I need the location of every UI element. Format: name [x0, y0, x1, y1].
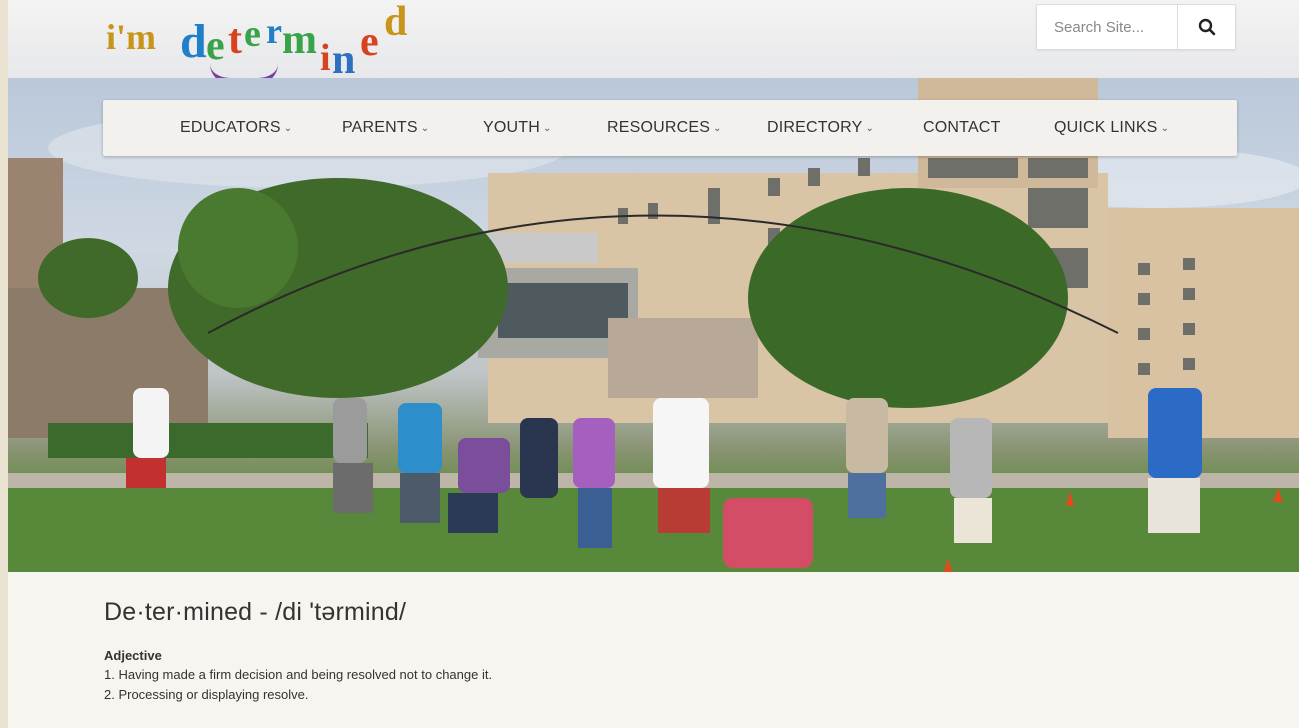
nav-item-directory[interactable]: DIRECTORY ⌄ [767, 100, 874, 156]
site-logo[interactable]: i'm d e t e r m i n e d [106, 0, 466, 84]
logo-letter-e: e [206, 23, 225, 69]
chevron-down-icon: ⌄ [865, 123, 875, 134]
chevron-down-icon: ⌄ [543, 123, 552, 134]
chevron-down-icon: ⌄ [420, 123, 430, 134]
chevron-down-icon: ⌄ [283, 123, 293, 134]
nav-item-contact[interactable]: CONTACT [923, 100, 1001, 156]
logo-letter-m: m [282, 17, 317, 63]
definition-item: 2. Processing or displaying resolve. [104, 687, 309, 702]
page-title: De·ter·mined - /di 'tərmind/ [104, 598, 407, 626]
nav-item-educators[interactable]: EDUCATORS ⌄ [180, 100, 292, 156]
chevron-down-icon: ⌄ [1160, 123, 1170, 134]
nav-item-youth[interactable]: YOUTH ⌄ [483, 100, 552, 156]
logo-letter-t: t [228, 17, 242, 63]
main-nav: EDUCATORS ⌄ PARENTS ⌄ YOUTH ⌄ RESOURCES ⌄ DI… [103, 100, 1237, 156]
logo-letter-i: i [320, 37, 331, 79]
logo-letter-n: n [332, 37, 356, 83]
logo-letter-d2: d [384, 0, 408, 45]
nav-item-parents[interactable]: PARENTS ⌄ [342, 100, 429, 156]
definition-section: De·ter·mined - /di 'tərmind/ Adjective 1… [104, 598, 1204, 703]
nav-item-quick-links[interactable]: QUICK LINKS ⌄ [1054, 100, 1169, 156]
page-frame: i'm d e t e r m i n e d Search Site... E… [8, 0, 1299, 728]
chevron-down-icon: ⌄ [713, 123, 722, 134]
definition-item: 1. Having made a firm decision and being… [104, 667, 493, 682]
search-icon [1198, 18, 1215, 36]
logo-im: i'm [106, 17, 156, 57]
search-input[interactable] [1037, 5, 1177, 49]
search-button[interactable] [1177, 5, 1235, 49]
logo-letter-d: d [180, 15, 207, 68]
logo-letter-e2: e [244, 13, 261, 55]
search-box [1036, 4, 1236, 50]
nav-item-resources[interactable]: RESOURCES ⌄ [607, 100, 722, 156]
logo-letter-e3: e [360, 19, 379, 65]
site-header: i'm d e t e r m i n e d [8, 0, 1299, 84]
logo-letter-r: r [266, 11, 282, 51]
part-of-speech: Adjective [104, 648, 162, 663]
